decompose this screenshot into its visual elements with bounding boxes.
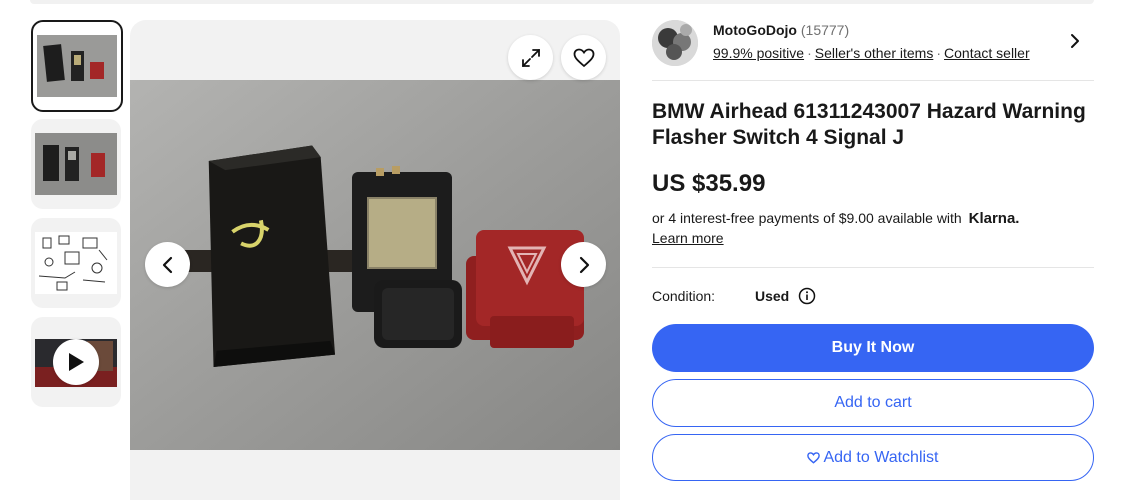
thumbnail-1[interactable] — [31, 20, 123, 112]
add-to-watchlist-label: Add to Watchlist — [823, 448, 939, 466]
thumbnail-photo — [35, 133, 117, 195]
listing-title: BMW Airhead 61311243007 Hazard Warning F… — [652, 100, 1086, 149]
thumbnail-2[interactable] — [31, 119, 121, 209]
contact-seller-link[interactable]: Contact seller — [944, 45, 1030, 61]
thumbnail-3[interactable] — [31, 218, 121, 308]
condition-value: Used — [755, 288, 790, 304]
seller-links: 99.9% positive · Seller's other items · Cont… — [713, 45, 1030, 61]
chevron-right-icon — [1071, 34, 1079, 48]
add-to-cart-label: Add to cart — [834, 394, 912, 411]
condition-label: Condition: — [652, 288, 716, 304]
listing-price: US $35.99 — [652, 170, 766, 197]
heart-icon — [807, 451, 821, 464]
learn-more-link[interactable]: Learn more — [652, 230, 724, 246]
seller-other-items-link[interactable]: Seller's other items — [815, 45, 934, 61]
add-to-watchlist-button[interactable]: Add to Watchlist — [652, 434, 1094, 481]
previous-image-button[interactable] — [145, 242, 190, 287]
thumbnail-photo — [37, 35, 117, 97]
thumbnail-diagram — [35, 232, 117, 294]
play-button[interactable] — [53, 339, 99, 385]
buy-it-now-label: Buy It Now — [831, 339, 915, 356]
seller-positive-link[interactable]: 99.9% positive — [713, 45, 804, 61]
buy-it-now-button[interactable]: Buy It Now — [652, 324, 1094, 372]
main-product-photo — [130, 80, 620, 450]
next-image-button[interactable] — [561, 242, 606, 287]
chevron-left-icon — [162, 256, 172, 273]
watchlist-heart-button[interactable] — [561, 35, 606, 80]
seller-avatar-image — [652, 20, 698, 66]
play-icon — [69, 353, 84, 371]
seller-feedback-count: (15777) — [800, 22, 850, 38]
separator-dot: · — [936, 45, 942, 61]
add-to-cart-button[interactable]: Add to cart — [652, 379, 1094, 427]
divider — [652, 267, 1094, 268]
image-gallery[interactable] — [130, 20, 620, 500]
seller-name-row[interactable]: MotoGoDojo (15777) — [713, 22, 849, 38]
expand-button[interactable] — [508, 35, 553, 80]
info-icon — [798, 287, 816, 305]
installment-info: or 4 interest-free payments of $9.00 ava… — [652, 210, 1019, 227]
divider — [652, 80, 1094, 81]
heart-icon — [573, 48, 594, 67]
seller-details-chevron[interactable] — [1068, 31, 1082, 56]
thumbnail-video[interactable] — [31, 317, 121, 407]
installment-text: or 4 interest-free payments of $9.00 ava… — [652, 210, 962, 226]
separator-dot: · — [807, 45, 812, 61]
klarna-logo: Klarna. — [968, 210, 1020, 227]
seller-avatar[interactable] — [652, 20, 698, 66]
seller-name[interactable]: MotoGoDojo — [713, 22, 797, 38]
condition-info-button[interactable] — [798, 287, 816, 310]
chevron-right-icon — [579, 256, 589, 273]
expand-icon — [521, 48, 540, 67]
top-divider — [30, 0, 1094, 4]
